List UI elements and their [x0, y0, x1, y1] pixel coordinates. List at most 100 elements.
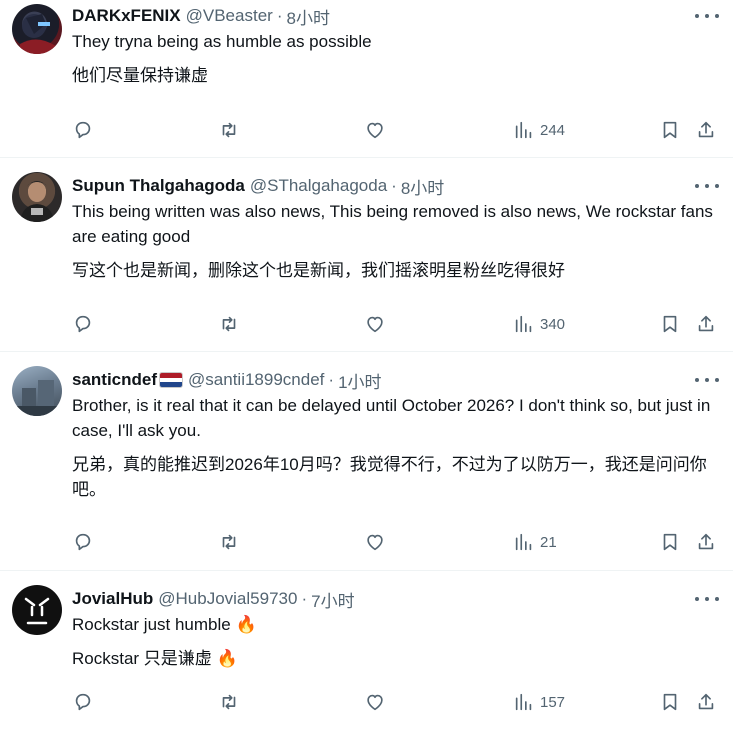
retweet-icon: [222, 122, 236, 138]
more-icon[interactable]: [695, 589, 719, 609]
like-button[interactable]: [364, 313, 386, 335]
action-bar: 21: [72, 530, 721, 554]
separator-dot: ·: [301, 589, 308, 608]
tweet-header: Supun Thalgahagoda @SThalgahagoda · 8小时: [72, 158, 733, 198]
share-icon: [698, 533, 714, 550]
reply-icon: [75, 533, 91, 551]
user-handle[interactable]: @santii1899cndef: [188, 370, 324, 390]
action-bar: 244: [72, 118, 721, 142]
netherlands-flag-icon: [159, 372, 184, 388]
views-icon: [515, 121, 532, 139]
display-name[interactable]: santicndef: [72, 370, 157, 390]
tweet[interactable]: Supun Thalgahagoda @SThalgahagoda · 8小时 …: [0, 158, 733, 352]
views-button[interactable]: 21: [513, 531, 557, 553]
bookmark-icon: [663, 121, 677, 139]
timestamp[interactable]: 1小时: [338, 368, 381, 393]
bookmark-button[interactable]: [659, 313, 681, 335]
avatar[interactable]: [12, 366, 62, 416]
tweet[interactable]: DARKxFENIX @VBeaster · 8小时 They tryna be…: [0, 0, 733, 158]
bookmark-button[interactable]: [659, 691, 681, 713]
tweet-text: Brother, is it real that it can be delay…: [72, 396, 711, 440]
bookmark-icon: [663, 533, 677, 551]
retweet-icon: [222, 534, 236, 550]
tweet-header: santicndef @santii1899cndef · 1小时: [72, 352, 733, 392]
avatar-art: [20, 14, 56, 54]
tweet-text: They tryna being as humble as possible: [72, 32, 372, 51]
views-count: 157: [540, 693, 566, 711]
retweet-button[interactable]: [218, 691, 240, 713]
tweet-translation: 兄弟，真的能推迟到2026年10月吗？我觉得不行，不过为了以防万一，我还是问问你…: [72, 455, 707, 499]
share-button[interactable]: [695, 531, 717, 553]
tweet[interactable]: santicndef @santii1899cndef · 1小时 Brothe…: [0, 352, 733, 571]
like-icon: [367, 316, 383, 333]
more-icon[interactable]: [695, 176, 719, 196]
separator-dot: ·: [276, 6, 283, 25]
reply-button[interactable]: [72, 119, 94, 141]
like-button[interactable]: [364, 531, 386, 553]
reply-button[interactable]: [72, 313, 94, 335]
tweet[interactable]: JovialHub @HubJovial59730 · 7小时 Rockstar…: [0, 571, 733, 730]
share-button[interactable]: [695, 313, 717, 335]
display-name[interactable]: Supun Thalgahagoda: [72, 176, 245, 196]
views-icon: [515, 315, 532, 333]
share-icon: [698, 121, 714, 138]
avatar-art: [24, 597, 50, 625]
timestamp[interactable]: 8小时: [286, 4, 329, 29]
display-name[interactable]: JovialHub: [72, 589, 153, 609]
avatar[interactable]: [12, 585, 62, 635]
views-button[interactable]: 244: [513, 119, 565, 141]
tweet-translation: Rockstar 只是谦虚 🔥: [72, 649, 238, 668]
share-icon: [698, 693, 714, 710]
retweet-button[interactable]: [218, 119, 240, 141]
views-button[interactable]: 340: [513, 313, 565, 335]
views-icon: [515, 533, 532, 551]
like-icon: [367, 122, 383, 139]
bookmark-button[interactable]: [659, 119, 681, 141]
more-icon[interactable]: [695, 370, 719, 390]
more-icon[interactable]: [695, 6, 719, 26]
reply-icon: [75, 121, 91, 139]
retweet-button[interactable]: [218, 531, 240, 553]
views-count: 244: [540, 121, 566, 139]
views-count: 340: [540, 315, 566, 333]
avatar[interactable]: [12, 172, 62, 222]
reply-icon: [75, 315, 91, 333]
bookmark-button[interactable]: [659, 531, 681, 553]
retweet-icon: [222, 694, 236, 710]
separator-dot: ·: [391, 176, 397, 195]
reply-icon: [75, 693, 91, 711]
avatar-art: [20, 181, 54, 222]
share-button[interactable]: [695, 119, 717, 141]
bookmark-icon: [663, 315, 677, 333]
share-button[interactable]: [695, 691, 717, 713]
tweet-text: Rockstar just humble 🔥: [72, 615, 257, 634]
tweet-translation: 他们尽量保持谦虚: [72, 66, 208, 85]
user-handle[interactable]: @SThalgahagoda: [250, 176, 387, 196]
action-bar: 157: [72, 690, 721, 714]
user-handle[interactable]: @VBeaster: [186, 6, 273, 26]
reply-button[interactable]: [72, 531, 94, 553]
reply-button[interactable]: [72, 691, 94, 713]
like-icon: [367, 534, 383, 551]
views-button[interactable]: 157: [513, 691, 565, 713]
share-icon: [698, 315, 714, 332]
user-handle[interactable]: @HubJovial59730: [158, 589, 297, 609]
retweet-button[interactable]: [218, 313, 240, 335]
timestamp[interactable]: 8小时: [401, 174, 444, 199]
retweet-icon: [222, 316, 236, 332]
tweet-text: This being written was also news, This b…: [72, 202, 713, 246]
like-button[interactable]: [364, 691, 386, 713]
display-name[interactable]: DARKxFENIX: [72, 6, 181, 26]
tweet-header: JovialHub @HubJovial59730 · 7小时: [72, 571, 733, 611]
separator-dot: ·: [328, 370, 335, 389]
views-icon: [515, 693, 532, 711]
views-count: 21: [540, 533, 557, 551]
bookmark-icon: [663, 693, 677, 711]
like-icon: [367, 694, 383, 711]
like-button[interactable]: [364, 119, 386, 141]
timestamp[interactable]: 7小时: [311, 587, 354, 612]
avatar[interactable]: [12, 4, 62, 54]
action-bar: 340: [72, 312, 721, 336]
tweet-translation: 写这个也是新闻，删除这个也是新闻，我们摇滚明星粉丝吃得很好: [72, 261, 565, 280]
tweet-header: DARKxFENIX @VBeaster · 8小时: [72, 0, 733, 28]
